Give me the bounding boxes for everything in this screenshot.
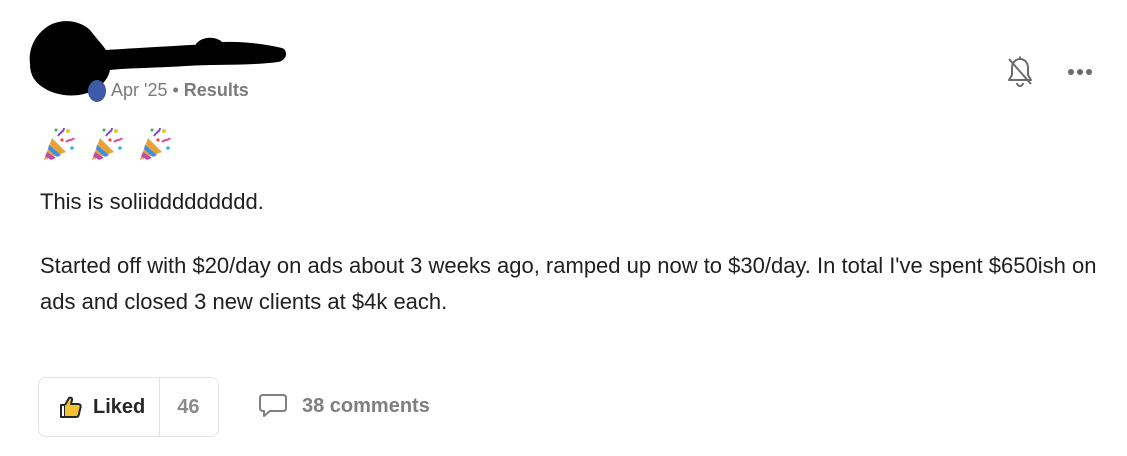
- party-popper-icon: [140, 127, 171, 160]
- comments-count-label: 38 comments: [302, 394, 430, 417]
- comments-link[interactable]: 38 comments: [258, 393, 430, 419]
- post-body-text: Started off with $20/day on ads about 3 …: [40, 253, 1097, 314]
- party-popper-icon: [92, 127, 123, 160]
- post-first-line: This is soliiddddddddd.: [40, 189, 264, 214]
- post-top-actions: [1007, 56, 1093, 88]
- notification-toggle-button[interactable]: [1007, 56, 1033, 88]
- like-widget: Liked 46: [38, 377, 219, 437]
- meta-separator: •: [172, 80, 179, 100]
- like-button[interactable]: Liked: [39, 378, 159, 436]
- party-popper-icon: [44, 127, 75, 160]
- thumbs-up-icon: [60, 396, 82, 418]
- like-button-label: Liked: [93, 395, 146, 418]
- comment-bubble-icon: [259, 394, 287, 417]
- author-avatar[interactable]: [88, 80, 106, 102]
- emoji-row: [42, 126, 172, 162]
- post-category-link[interactable]: Results: [184, 80, 249, 101]
- post-date: Apr '25: [111, 80, 168, 100]
- more-horizontal-icon: [1068, 69, 1092, 75]
- like-count[interactable]: 46: [159, 378, 217, 436]
- bell-off-icon: [1008, 56, 1032, 88]
- post-meta: Apr '25 • Results: [111, 80, 249, 101]
- more-options-button[interactable]: [1067, 68, 1093, 76]
